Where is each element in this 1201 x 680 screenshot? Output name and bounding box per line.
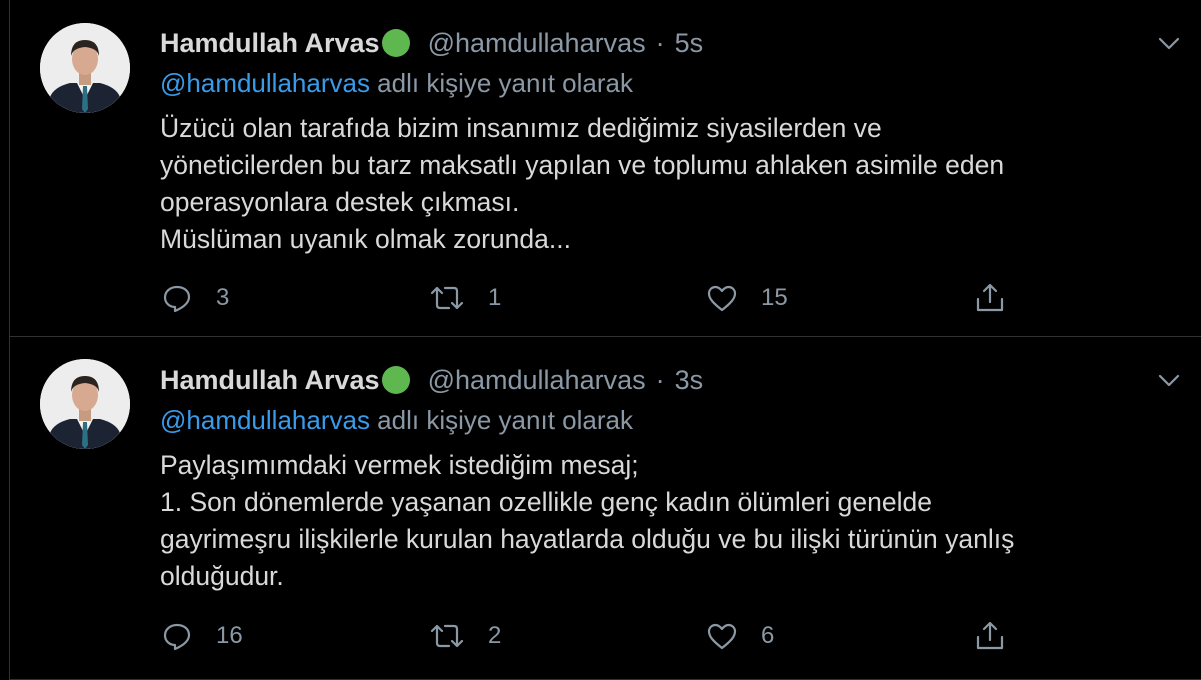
- avatar-image: [40, 23, 130, 113]
- tweet-header: Hamdullah Arvas @hamdullaharvas · 5s: [160, 26, 703, 60]
- reply-count: 3: [216, 284, 230, 311]
- tweet-text-line: olduğudur.: [160, 561, 284, 591]
- reply-icon: [163, 623, 191, 651]
- reply-to-link[interactable]: @hamdullaharvas: [160, 68, 370, 98]
- retweet-count: 1: [488, 284, 502, 311]
- reply-icon: [163, 285, 191, 313]
- reply-suffix: adlı kişiye yanıt olarak: [369, 405, 633, 435]
- separator: ·: [655, 27, 665, 58]
- display-name[interactable]: Hamdullah Arvas: [160, 365, 380, 396]
- tweet-text: Paylaşımımdaki vermek istediğim mesaj; 1…: [160, 447, 1160, 595]
- reply-context: @hamdullaharvas adlı kişiye yanıt olarak: [160, 68, 633, 99]
- like-button[interactable]: 6: [705, 618, 774, 654]
- chevron-down-icon[interactable]: [1156, 32, 1182, 54]
- handle[interactable]: @hamdullaharvas: [428, 28, 646, 59]
- retweet-count: 2: [488, 622, 502, 649]
- timestamp[interactable]: 3s: [675, 365, 704, 396]
- reply-to-link[interactable]: @hamdullaharvas: [160, 405, 370, 435]
- tweet-text-line: yöneticilerden bu tarz maksatlı yapılan …: [160, 150, 1005, 180]
- handle[interactable]: @hamdullaharvas: [428, 365, 646, 396]
- heart-icon: [707, 285, 737, 312]
- tweet-text-line: Paylaşımımdaki vermek istediğim mesaj;: [160, 450, 639, 480]
- tweet-text: Üzücü olan tarafıda bizim insanımız dedi…: [160, 110, 1160, 258]
- retweet-icon: [430, 624, 464, 648]
- tweet-text-line: 1. Son dönemlerde yaşanan ozellikle genç…: [160, 487, 932, 517]
- tweet-text-line: operasyonlara destek çıkması.: [160, 187, 520, 217]
- timestamp[interactable]: 5s: [675, 28, 704, 59]
- reply-button[interactable]: 16: [160, 618, 243, 654]
- tweet-header: Hamdullah Arvas @hamdullaharvas · 3s: [160, 363, 703, 397]
- heart-icon: [707, 623, 737, 650]
- reply-suffix: adlı kişiye yanıt olarak: [369, 68, 633, 98]
- avatar[interactable]: [40, 359, 130, 449]
- retweet-icon: [430, 286, 464, 310]
- retweet-button[interactable]: 1: [428, 280, 501, 316]
- green-circle-icon: [381, 29, 410, 57]
- tweet[interactable]: Hamdullah Arvas @hamdullaharvas · 3s @ha…: [10, 337, 1201, 680]
- share-icon: [976, 283, 1004, 312]
- display-name[interactable]: Hamdullah Arvas: [160, 28, 380, 59]
- green-circle-icon: [381, 366, 410, 394]
- retweet-button[interactable]: 2: [428, 618, 501, 654]
- tweet-actions: 16 2 6: [160, 618, 1010, 654]
- like-count: 15: [761, 284, 788, 311]
- like-button[interactable]: 15: [705, 280, 788, 316]
- reply-count: 16: [216, 622, 243, 649]
- share-icon: [976, 621, 1004, 650]
- avatar[interactable]: [40, 23, 130, 113]
- tweet-actions: 3 1 15: [160, 280, 1010, 316]
- like-count: 6: [761, 622, 775, 649]
- share-button[interactable]: [973, 618, 1007, 654]
- reply-context: @hamdullaharvas adlı kişiye yanıt olarak: [160, 405, 633, 436]
- tweet-text-line: Üzücü olan tarafıda bizim insanımız dedi…: [160, 113, 882, 143]
- share-button[interactable]: [973, 280, 1007, 316]
- reply-button[interactable]: 3: [160, 280, 229, 316]
- separator: ·: [655, 364, 665, 395]
- tweet-text-line: Müslüman uyanık olmak zorunda...: [160, 224, 571, 254]
- tweet[interactable]: Hamdullah Arvas @hamdullaharvas · 5s @ha…: [10, 0, 1201, 337]
- avatar-image: [40, 359, 130, 449]
- chevron-down-icon[interactable]: [1156, 369, 1182, 391]
- tweet-text-line: gayrimeşru ilişkilerle kurulan hayatlard…: [160, 524, 1015, 554]
- timeline: Hamdullah Arvas @hamdullaharvas · 5s @ha…: [9, 0, 1201, 680]
